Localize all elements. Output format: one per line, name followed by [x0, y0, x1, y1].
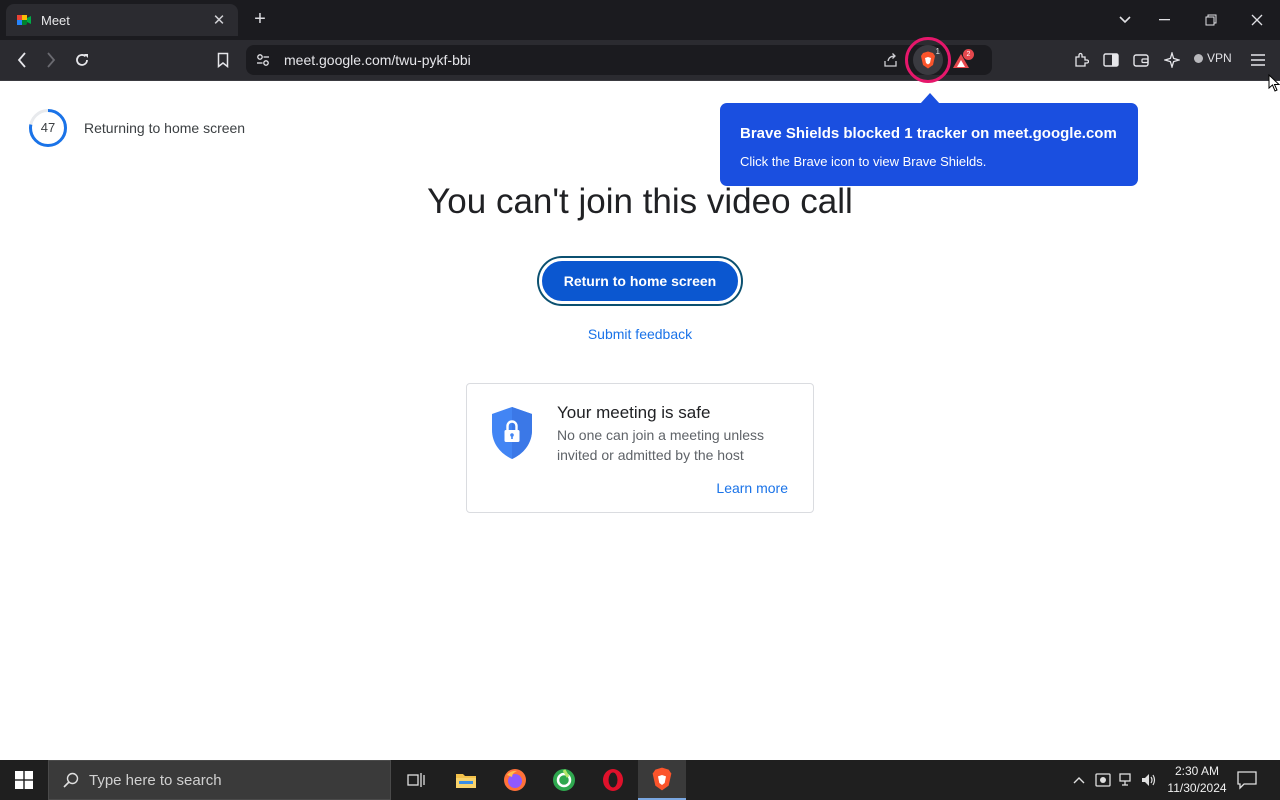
- submit-feedback-link[interactable]: Submit feedback: [0, 326, 1280, 342]
- countdown-number: 47: [40, 120, 56, 135]
- close-tab-icon[interactable]: ✕: [210, 11, 228, 29]
- taskbar-search-box[interactable]: Type here to search: [48, 760, 391, 800]
- brave-shields-button[interactable]: 1: [905, 37, 951, 83]
- search-icon: [63, 772, 79, 788]
- browser-toolbar: meet.google.com/twu-pykf-bbi 1 2 VPN: [0, 37, 1280, 83]
- start-button[interactable]: [0, 760, 48, 800]
- vpn-status-icon: [1194, 53, 1203, 63]
- restore-window-icon[interactable]: [1188, 0, 1234, 40]
- extensions-icon[interactable]: [1068, 48, 1094, 72]
- network-icon[interactable]: [1119, 772, 1135, 788]
- mouse-cursor-icon: [1268, 74, 1280, 92]
- url-text[interactable]: meet.google.com/twu-pykf-bbi: [284, 52, 471, 68]
- search-placeholder: Type here to search: [89, 771, 222, 789]
- file-explorer-icon[interactable]: [442, 760, 490, 800]
- clock-date: 11/30/2024: [1167, 781, 1227, 795]
- wallet-icon[interactable]: [1128, 48, 1154, 72]
- google-meet-favicon-icon: [17, 15, 31, 25]
- returning-text: Returning to home screen: [84, 120, 246, 136]
- volume-icon[interactable]: [1141, 772, 1157, 788]
- new-tab-button[interactable]: +: [250, 8, 270, 32]
- tab-meet[interactable]: Meet ✕: [6, 4, 238, 36]
- share-icon[interactable]: [883, 52, 899, 68]
- sidebar-toggle-icon[interactable]: [1098, 48, 1124, 72]
- notifications-icon[interactable]: [1236, 770, 1258, 790]
- brave-lion-icon: [921, 51, 935, 69]
- shield-count: 1: [935, 47, 940, 56]
- vpn-label: VPN: [1207, 51, 1232, 65]
- forward-icon[interactable]: [38, 48, 64, 72]
- page-title: You can't join this video call: [427, 182, 853, 221]
- brave-shields-tooltip: Brave Shields blocked 1 tracker on meet.…: [720, 103, 1138, 186]
- reload-icon[interactable]: [69, 48, 95, 72]
- brave-taskbar-icon[interactable]: [638, 760, 686, 800]
- main-menu-icon[interactable]: [1245, 48, 1271, 72]
- close-window-icon[interactable]: [1234, 0, 1280, 40]
- return-home-button[interactable]: Return to home screen: [539, 258, 741, 304]
- vpn-button[interactable]: VPN: [1194, 51, 1232, 65]
- security-tray-icon[interactable]: [1095, 772, 1111, 788]
- windows-logo-icon: [15, 771, 33, 789]
- clock-time: 2:30 AM: [1174, 764, 1220, 778]
- tab-strip: Meet ✕ +: [0, 0, 1280, 40]
- opera-icon[interactable]: [589, 760, 637, 800]
- green-browser-icon[interactable]: [540, 760, 588, 800]
- rewards-badge: 2: [963, 49, 974, 60]
- site-settings-icon[interactable]: [256, 53, 270, 67]
- tooltip-subtitle: Click the Brave icon to view Brave Shiel…: [740, 154, 987, 169]
- safe-card-title: Your meeting is safe: [557, 403, 711, 422]
- tooltip-title: Brave Shields blocked 1 tracker on meet.…: [740, 125, 1117, 142]
- show-hidden-icons-icon[interactable]: [1071, 772, 1087, 788]
- brave-rewards-button[interactable]: 2: [952, 49, 974, 70]
- minimize-window-icon[interactable]: [1142, 0, 1188, 40]
- address-bar[interactable]: meet.google.com/twu-pykf-bbi 1 2: [246, 37, 992, 83]
- learn-more-link[interactable]: Learn more: [716, 480, 788, 496]
- leo-ai-icon[interactable]: [1159, 48, 1185, 72]
- tab-title: Meet: [41, 12, 70, 28]
- lock-shield-icon: [492, 407, 532, 459]
- back-icon[interactable]: [9, 48, 35, 72]
- meeting-safe-card: Your meeting is safe No one can join a m…: [466, 383, 814, 513]
- bookmark-icon[interactable]: [210, 48, 236, 72]
- task-view-icon[interactable]: [392, 760, 440, 800]
- system-clock[interactable]: 2:30 AM 11/30/2024: [1160, 763, 1234, 797]
- safe-card-description: No one can join a meeting unless invited…: [557, 427, 765, 463]
- firefox-icon[interactable]: [491, 760, 539, 800]
- windows-taskbar: Type here to search 2:30 AM 11/30/2024: [0, 760, 1280, 800]
